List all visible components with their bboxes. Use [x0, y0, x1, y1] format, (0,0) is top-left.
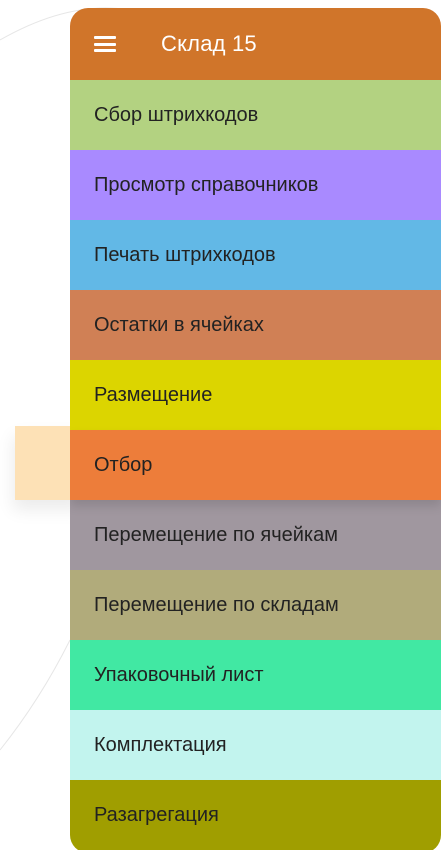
menu-item-move-between-warehouses[interactable]: Перемещение по складам [70, 570, 441, 640]
hamburger-menu-icon[interactable] [94, 36, 116, 52]
menu-item-packing-list[interactable]: Упаковочный лист [70, 640, 441, 710]
menu-item-move-between-cells[interactable]: Перемещение по ячейкам [70, 500, 441, 570]
navigation-drawer: Склад 15 Сбор штрихкодов Просмотр справо… [70, 8, 441, 853]
app-title: Склад 15 [161, 31, 257, 56]
menu-item-disaggregation[interactable]: Разагрегация [70, 780, 441, 850]
menu-item-barcode-collection[interactable]: Сбор штрихкодов [70, 80, 441, 150]
app-bar: Склад 15 [70, 8, 441, 80]
menu-item-cell-stock[interactable]: Остатки в ячейках [70, 290, 441, 360]
menu-item-kitting[interactable]: Комплектация [70, 710, 441, 780]
menu-item-placement[interactable]: Размещение [70, 360, 441, 430]
menu-list: Сбор штрихкодов Просмотр справочников Пе… [70, 80, 441, 850]
menu-item-view-directories[interactable]: Просмотр справочников [70, 150, 441, 220]
menu-item-picking[interactable]: Отбор [70, 430, 441, 500]
menu-item-print-barcodes[interactable]: Печать штрихкодов [70, 220, 441, 290]
